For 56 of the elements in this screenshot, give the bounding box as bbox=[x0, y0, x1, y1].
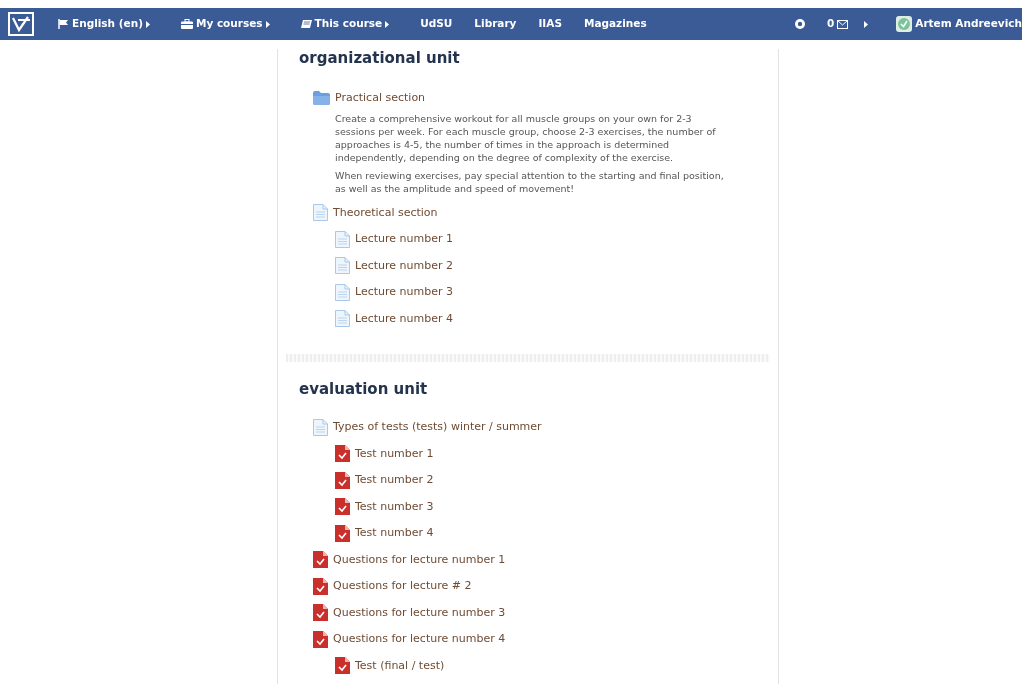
caret-icon bbox=[145, 20, 150, 28]
envelope-icon bbox=[837, 19, 849, 29]
description-paragraph: Create a comprehensive workout for all muscle groups on your own for 2-3 sessions per week. For each muscle group, choose 2-3 exercises, the number of approaches is 4-5, the number of times in the approach is determined independently, depending on the degree of complexity of the exercise. bbox=[335, 111, 717, 164]
activity-link[interactable]: Test number 1 bbox=[355, 445, 434, 462]
caret-icon[interactable] bbox=[864, 20, 869, 28]
notification-icon[interactable] bbox=[794, 19, 805, 29]
quiz-icon bbox=[335, 471, 350, 489]
document-icon bbox=[335, 257, 350, 275]
flag-icon bbox=[58, 19, 69, 29]
caret-icon bbox=[385, 20, 390, 28]
quiz-icon bbox=[335, 657, 350, 675]
folder-icon bbox=[313, 91, 330, 106]
activity-link[interactable]: Test number 4 bbox=[355, 525, 434, 542]
activity-link[interactable]: Lecture number 1 bbox=[355, 231, 453, 248]
dropdown-menu-link[interactable]: My courses bbox=[180, 16, 270, 32]
quiz-icon bbox=[335, 445, 350, 463]
nav-link[interactable]: IIAS bbox=[538, 16, 562, 32]
activity-link[interactable]: Questions for lecture number 3 bbox=[333, 604, 506, 621]
document-icon bbox=[335, 230, 350, 248]
activity-link[interactable]: Questions for lecture number 4 bbox=[333, 631, 506, 648]
description-paragraph: When reviewing exercises, pay special attention to the starting and final position, as well as the amplitude and speed of movement! bbox=[335, 168, 725, 195]
book-icon bbox=[300, 19, 312, 29]
dropdown-menu-link[interactable]: English (en) bbox=[58, 16, 150, 32]
nav-link[interactable]: Magazines bbox=[583, 16, 647, 32]
quiz-icon bbox=[313, 604, 328, 622]
activity-link[interactable]: Practical section bbox=[335, 90, 426, 107]
activity-link[interactable]: Types of tests (tests) winter / summer bbox=[333, 419, 542, 436]
document-icon bbox=[313, 204, 328, 222]
activity-link[interactable]: Test number 3 bbox=[355, 498, 434, 515]
nav-link[interactable]: Library bbox=[474, 16, 517, 32]
avatar-icon bbox=[896, 16, 913, 32]
quiz-icon bbox=[313, 551, 328, 569]
logo[interactable] bbox=[8, 12, 34, 36]
briefcase-icon bbox=[180, 19, 193, 29]
nav-link[interactable]: UdSU bbox=[420, 16, 453, 32]
section-heading: organizational unit bbox=[299, 49, 461, 69]
messages-link[interactable]: 0 bbox=[826, 16, 849, 32]
document-icon bbox=[335, 283, 350, 301]
activity-link[interactable]: Lecture number 3 bbox=[355, 284, 453, 301]
quiz-icon bbox=[335, 524, 350, 542]
activity-link[interactable]: Lecture number 2 bbox=[355, 257, 453, 274]
user-menu-link[interactable]: Artem Andreevich bbox=[896, 16, 1022, 32]
activity-link[interactable]: Theoretical section bbox=[333, 204, 438, 221]
quiz-icon bbox=[313, 630, 328, 648]
quiz-icon bbox=[335, 498, 350, 516]
caret-icon bbox=[265, 20, 270, 28]
document-icon bbox=[313, 418, 328, 436]
document-icon bbox=[335, 310, 350, 328]
activity-link[interactable]: Test number 2 bbox=[355, 472, 434, 489]
activity-link[interactable]: Questions for lecture # 2 bbox=[333, 578, 472, 595]
quiz-icon bbox=[313, 577, 328, 595]
activity-link[interactable]: Lecture number 4 bbox=[355, 310, 453, 327]
activity-link[interactable]: Test (final / test) bbox=[355, 657, 445, 674]
dropdown-menu-link[interactable]: This course bbox=[300, 16, 390, 32]
activity-link[interactable]: Questions for lecture number 1 bbox=[333, 551, 506, 568]
section-heading: evaluation unit bbox=[299, 380, 429, 400]
